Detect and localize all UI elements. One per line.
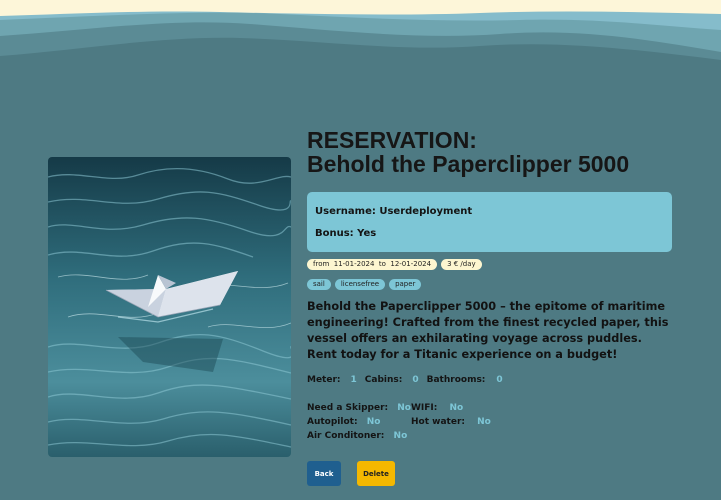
hotwater-value: No	[477, 417, 491, 427]
tag-badge: paper	[389, 279, 422, 290]
hotwater-row: Hot water: No	[411, 416, 511, 429]
meter-label: Meter:	[307, 375, 341, 385]
bonus-value: Yes	[357, 228, 377, 239]
boat-stats: Meter: 1 Cabins: 0 Bathrooms: 0	[307, 375, 677, 385]
username-value: Userdeployment	[379, 206, 473, 217]
cabins-label: Cabins:	[364, 375, 403, 385]
action-buttons: Back Delete	[307, 461, 677, 486]
meter-value: 1	[350, 375, 357, 385]
skipper-row: Need a Skipper: No	[307, 402, 411, 415]
price-badge: 3 € /day	[441, 259, 482, 270]
boat-photo	[48, 157, 291, 457]
paper-boat-image	[48, 157, 291, 457]
user-info-box: Username: Userdeployment Bonus: Yes	[307, 192, 672, 252]
wifi-label: WIFI:	[411, 403, 438, 413]
username-label: Username:	[315, 206, 376, 217]
wifi-row: WIFI: No	[411, 402, 511, 415]
delete-button[interactable]: Delete	[357, 461, 395, 486]
to-label: to	[378, 260, 386, 268]
from-label: from	[313, 260, 330, 268]
reservation-details: RESERVATION: Behold the Paperclipper 500…	[307, 128, 677, 486]
wifi-value: No	[449, 403, 464, 413]
tag-badge: sail	[307, 279, 331, 290]
autopilot-value: No	[366, 417, 381, 427]
bathrooms-value: 0	[496, 375, 503, 385]
back-button[interactable]: Back	[307, 461, 341, 486]
date-price-row: from 11-01-2024 to 12-01-2024 3 € /day	[307, 259, 677, 270]
cabins-value: 0	[412, 375, 419, 385]
bonus-row: Bonus: Yes	[315, 223, 664, 245]
boat-features: Need a Skipper: No WIFI: No Autopilot: N…	[307, 402, 677, 443]
to-date: 12-01-2024	[390, 260, 432, 268]
title-line-1: RESERVATION:	[307, 127, 477, 153]
autopilot-label: Autopilot:	[307, 417, 358, 427]
ac-row: Air Conditoner: No	[307, 430, 511, 443]
username-row: Username: Userdeployment	[315, 201, 664, 223]
hotwater-label: Hot water:	[411, 417, 465, 427]
ac-value: No	[393, 431, 408, 441]
ac-label: Air Conditoner:	[307, 431, 385, 441]
autopilot-row: Autopilot: No	[307, 416, 411, 429]
date-range-badge: from 11-01-2024 to 12-01-2024	[307, 259, 438, 270]
from-date: 11-01-2024	[333, 260, 375, 268]
bathrooms-label: Bathrooms:	[426, 375, 486, 385]
skipper-label: Need a Skipper:	[307, 403, 389, 413]
tag-badge: licensefree	[334, 279, 386, 290]
skipper-value: No	[397, 403, 411, 413]
page-title: RESERVATION: Behold the Paperclipper 500…	[307, 128, 677, 176]
title-line-2: Behold the Paperclipper 5000	[307, 151, 630, 177]
wave-header	[0, 0, 721, 100]
tag-list: sail licensefree paper	[307, 279, 677, 290]
boat-description: Behold the Paperclipper 5000 – the epito…	[307, 300, 669, 361]
bonus-label: Bonus:	[315, 228, 354, 239]
